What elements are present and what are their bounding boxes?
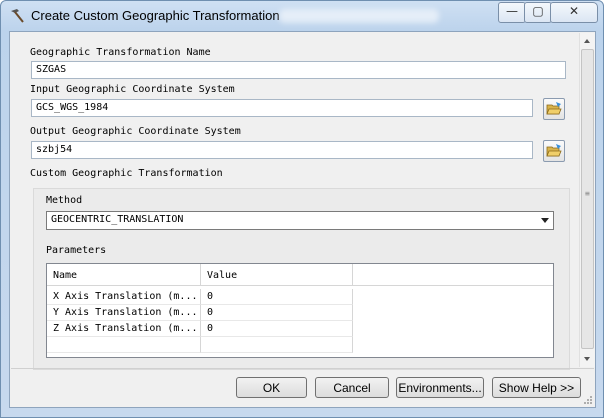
minimize-icon: — <box>506 4 518 18</box>
parameters-table[interactable]: Name Value X Axis Translation (m... 0 Y … <box>46 263 554 358</box>
method-value: GEOCENTRIC_TRANSLATION <box>51 214 184 225</box>
grip-icon: ≡ <box>585 189 590 198</box>
custom-transformation-group: Method GEOCENTRIC_TRANSLATION Parameters… <box>33 188 570 370</box>
minimize-button[interactable]: — <box>498 2 526 23</box>
column-header-empty <box>353 264 553 286</box>
resize-grip-icon[interactable] <box>583 395 593 405</box>
column-header-name[interactable]: Name <box>47 264 201 286</box>
maximize-icon: ▢ <box>532 4 544 18</box>
chevron-down-icon <box>541 218 549 223</box>
table-row[interactable]: Y Axis Translation (m... 0 <box>47 305 553 321</box>
close-icon: ✕ <box>568 4 580 18</box>
output-gcs-label: Output Geographic Coordinate System <box>30 126 241 137</box>
param-name-cell: Y Axis Translation (m... <box>47 305 201 321</box>
maximize-button[interactable]: ▢ <box>524 2 552 23</box>
name-label: Geographic Transformation Name <box>30 47 211 58</box>
hammer-icon <box>11 9 24 23</box>
empty-cell <box>47 337 201 353</box>
scroll-up-icon[interactable] <box>584 39 590 43</box>
table-row-empty <box>47 337 553 353</box>
transformation-name-input[interactable]: SZGAS <box>31 61 566 79</box>
input-gcs-browse-button[interactable] <box>543 98 565 120</box>
param-value-cell[interactable]: 0 <box>201 289 353 305</box>
param-value-cell[interactable]: 0 <box>201 305 353 321</box>
open-folder-icon <box>546 144 562 157</box>
parameters-label: Parameters <box>46 245 107 256</box>
close-button[interactable]: ✕ <box>550 2 598 23</box>
custom-transformation-label: Custom Geographic Transformation <box>30 168 223 179</box>
table-row[interactable]: Z Axis Translation (m... 0 <box>47 321 553 337</box>
open-folder-icon <box>546 102 562 115</box>
output-gcs-browse-button[interactable] <box>543 140 565 162</box>
method-label: Method <box>46 195 83 206</box>
table-row[interactable]: X Axis Translation (m... 0 <box>47 289 553 305</box>
form-area: Geographic Transformation Name SZGAS Inp… <box>11 33 578 370</box>
column-header-value[interactable]: Value <box>201 264 353 286</box>
scroll-down-icon[interactable] <box>584 357 590 361</box>
scrollbar-thumb[interactable]: ≡ <box>581 49 594 349</box>
title-bar[interactable]: Create Custom Geographic Transformation … <box>1 1 603 31</box>
input-gcs-label: Input Geographic Coordinate System <box>30 84 235 95</box>
window-title: Create Custom Geographic Transformation <box>31 8 280 23</box>
show-help-button[interactable]: Show Help >> <box>492 377 581 398</box>
param-name-cell: X Axis Translation (m... <box>47 289 201 305</box>
dialog-window: Create Custom Geographic Transformation … <box>0 0 604 418</box>
method-dropdown[interactable]: GEOCENTRIC_TRANSLATION <box>46 211 554 230</box>
param-value-cell[interactable]: 0 <box>201 321 353 337</box>
input-gcs-input[interactable]: GCS_WGS_1984 <box>31 99 533 117</box>
environments-button[interactable]: Environments... <box>396 377 484 398</box>
ok-button[interactable]: OK <box>236 377 307 398</box>
button-separator <box>11 368 594 369</box>
output-gcs-input[interactable]: szbj54 <box>31 141 533 159</box>
vertical-scrollbar[interactable]: ≡ <box>579 33 595 367</box>
dialog-body: Geographic Transformation Name SZGAS Inp… <box>9 31 596 408</box>
cancel-button[interactable]: Cancel <box>315 377 389 398</box>
empty-cell <box>201 337 353 353</box>
title-redaction <box>279 9 439 23</box>
param-name-cell: Z Axis Translation (m... <box>47 321 201 337</box>
